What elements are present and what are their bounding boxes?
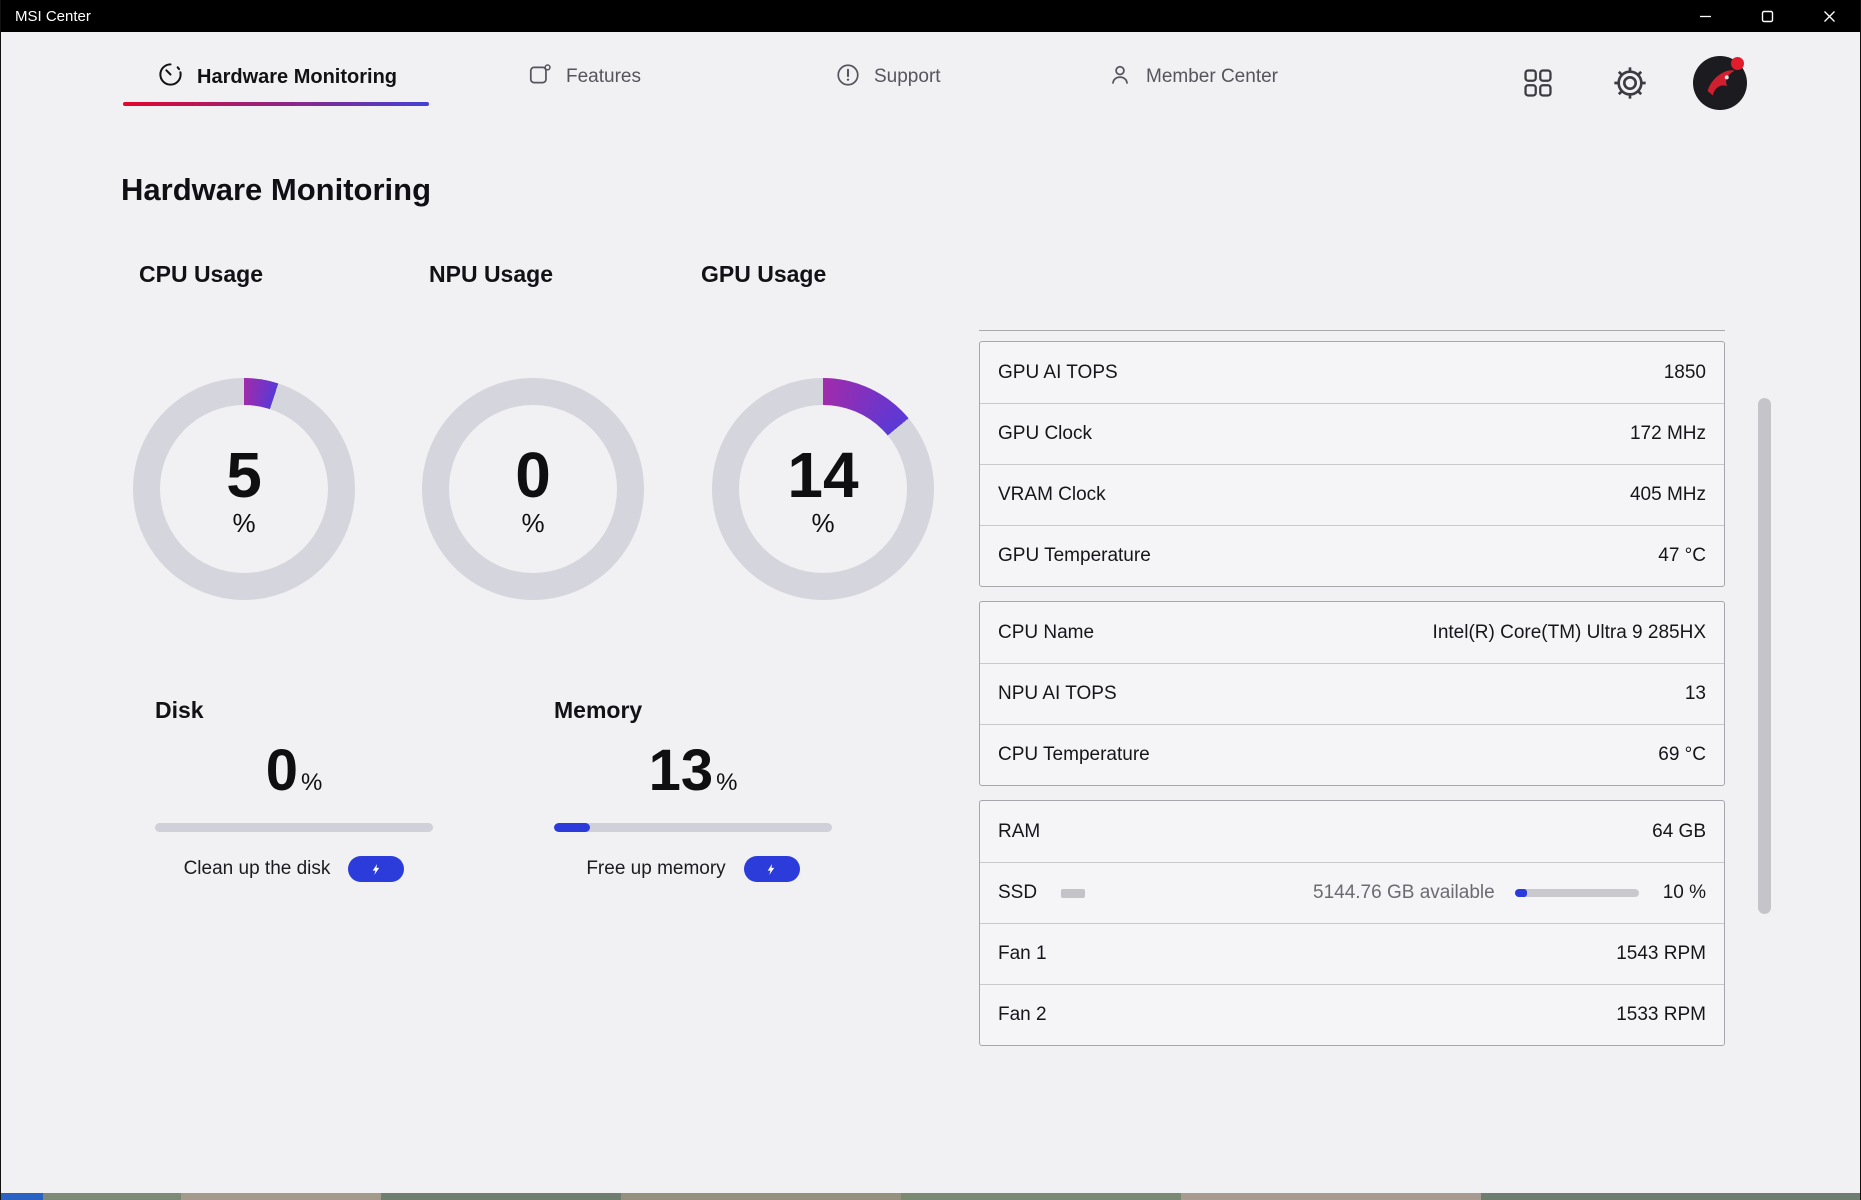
gpu-usage-label: GPU Usage: [701, 261, 826, 288]
stat-row-fan-2: Fan 2 1533 RPM: [980, 984, 1724, 1045]
features-icon: [527, 62, 553, 93]
page-title: Hardware Monitoring: [121, 172, 431, 208]
memory-percent-value: 13: [649, 742, 714, 800]
stat-label: GPU AI TOPS: [998, 362, 1118, 384]
stat-value: 172 MHz: [1630, 423, 1706, 445]
cpu-usage-label: CPU Usage: [139, 261, 263, 288]
stat-row-vram-clock: VRAM Clock 405 MHz: [980, 464, 1724, 525]
stat-row-ssd: SSD 5144.76 GB available 10 %: [980, 862, 1724, 923]
npu-usage-value: 0: [515, 443, 551, 507]
disk-label: Disk: [155, 697, 204, 724]
stat-value: 1533 RPM: [1616, 1004, 1706, 1026]
member-icon: [1107, 62, 1133, 93]
ssd-usage-fill: [1515, 889, 1527, 897]
stat-value: 10 %: [1663, 882, 1706, 904]
stats-card: GPU AI TOPS 1850 GPU Clock 172 MHz VRAM Cloc…: [979, 341, 1725, 587]
stat-label: GPU Clock: [998, 423, 1092, 445]
stat-row-ram: RAM 64 GB: [980, 801, 1724, 862]
stat-value: 64 GB: [1652, 821, 1706, 843]
free-memory-label: Free up memory: [586, 858, 725, 880]
stat-row-gpu-ai-tops: GPU AI TOPS 1850: [980, 342, 1724, 403]
gauge-icon: [157, 61, 184, 93]
tab-label: Hardware Monitoring: [197, 66, 397, 89]
stat-row-cpu-name: CPU Name Intel(R) Core(TM) Ultra 9 285HX: [980, 602, 1724, 663]
maximize-button[interactable]: [1736, 0, 1798, 32]
stat-row-gpu-clock: GPU Clock 172 MHz: [980, 403, 1724, 464]
memory-progress-fill: [554, 823, 590, 832]
stat-label: CPU Temperature: [998, 744, 1150, 766]
memory-action-row: Free up memory: [554, 855, 832, 883]
titlebar: MSI Center: [1, 0, 1860, 32]
settings-gear-button[interactable]: [1610, 63, 1650, 103]
window-controls: [1674, 0, 1860, 32]
stat-label: SSD: [998, 882, 1037, 904]
tab-label: Features: [566, 66, 641, 88]
stat-label: Fan 2: [998, 1004, 1047, 1026]
ssd-usage-bar: [1515, 889, 1639, 897]
stat-value: 405 MHz: [1630, 484, 1706, 506]
cpu-usage-value: 5: [226, 443, 262, 507]
stats-scrollbar[interactable]: [1758, 398, 1771, 914]
npu-usage-label: NPU Usage: [429, 261, 553, 288]
gpu-usage-unit: %: [811, 510, 834, 536]
stat-row-fan-1: Fan 1 1543 RPM: [980, 923, 1724, 984]
stat-row-gpu-temperature: GPU Temperature 47 °C: [980, 525, 1724, 586]
minimize-button[interactable]: [1674, 0, 1736, 32]
stat-value: 13: [1685, 683, 1706, 705]
stat-value: 1850: [1664, 362, 1706, 384]
stat-value: 69 °C: [1658, 744, 1706, 766]
msi-center-window: MSI Center Hardware Monitoring: [0, 0, 1861, 1200]
cpu-usage-gauge: 5 %: [133, 378, 355, 600]
stats-card: RAM 64 GB SSD 5144.76 GB available 10 % Fan 1…: [979, 800, 1725, 1046]
tab-member-center[interactable]: Member Center: [1107, 48, 1278, 106]
disk-percent-unit: %: [301, 769, 322, 797]
tab-label: Member Center: [1146, 66, 1278, 88]
scrolled-card-edge: [979, 330, 1725, 331]
stats-card: CPU Name Intel(R) Core(TM) Ultra 9 285HX N…: [979, 601, 1725, 786]
memory-percent: 13 %: [554, 742, 832, 800]
memory-label: Memory: [554, 697, 642, 724]
stat-row-npu-ai-tops: NPU AI TOPS 13: [980, 663, 1724, 724]
gpu-usage-value: 14: [787, 443, 858, 507]
stat-label: VRAM Clock: [998, 484, 1106, 506]
ssd-mini-bar: [1061, 889, 1085, 898]
tab-hardware-monitoring[interactable]: Hardware Monitoring: [123, 48, 429, 106]
grid-layout-button[interactable]: [1520, 65, 1556, 101]
cpu-usage-unit: %: [232, 510, 255, 536]
active-tab-underline: [123, 102, 429, 106]
clean-disk-button[interactable]: [348, 856, 404, 882]
desktop-strip: [1, 1193, 1860, 1200]
npu-usage-unit: %: [521, 510, 544, 536]
clean-disk-label: Clean up the disk: [184, 858, 331, 880]
stat-value: 1543 RPM: [1616, 943, 1706, 965]
stat-value: Intel(R) Core(TM) Ultra 9 285HX: [1433, 622, 1706, 644]
support-icon: [835, 62, 861, 93]
user-avatar[interactable]: [1693, 56, 1747, 110]
disk-action-row: Clean up the disk: [155, 855, 433, 883]
tab-features[interactable]: Features: [527, 48, 641, 106]
stat-label: GPU Temperature: [998, 545, 1151, 567]
notification-dot: [1731, 57, 1744, 70]
close-button[interactable]: [1798, 0, 1860, 32]
stat-label: NPU AI TOPS: [998, 683, 1117, 705]
memory-percent-unit: %: [716, 769, 737, 797]
stat-value: 47 °C: [1658, 545, 1706, 567]
stat-label: CPU Name: [998, 622, 1094, 644]
tab-label: Support: [874, 66, 941, 88]
tab-support[interactable]: Support: [835, 48, 941, 106]
window-title: MSI Center: [15, 8, 91, 25]
npu-usage-gauge: 0 %: [422, 378, 644, 600]
disk-progress-track: [155, 823, 433, 832]
stat-label: RAM: [998, 821, 1040, 843]
free-memory-button[interactable]: [744, 856, 800, 882]
stat-label: Fan 1: [998, 943, 1047, 965]
ssd-available-text: 5144.76 GB available: [1313, 882, 1495, 904]
memory-progress-track: [554, 823, 832, 832]
hardware-stats-panel: GPU AI TOPS 1850 GPU Clock 172 MHz VRAM Cloc…: [979, 341, 1725, 1046]
disk-percent-value: 0: [266, 742, 298, 800]
disk-percent: 0 %: [155, 742, 433, 800]
stat-row-cpu-temperature: CPU Temperature 69 °C: [980, 724, 1724, 785]
gpu-usage-gauge: 14 %: [712, 378, 934, 600]
